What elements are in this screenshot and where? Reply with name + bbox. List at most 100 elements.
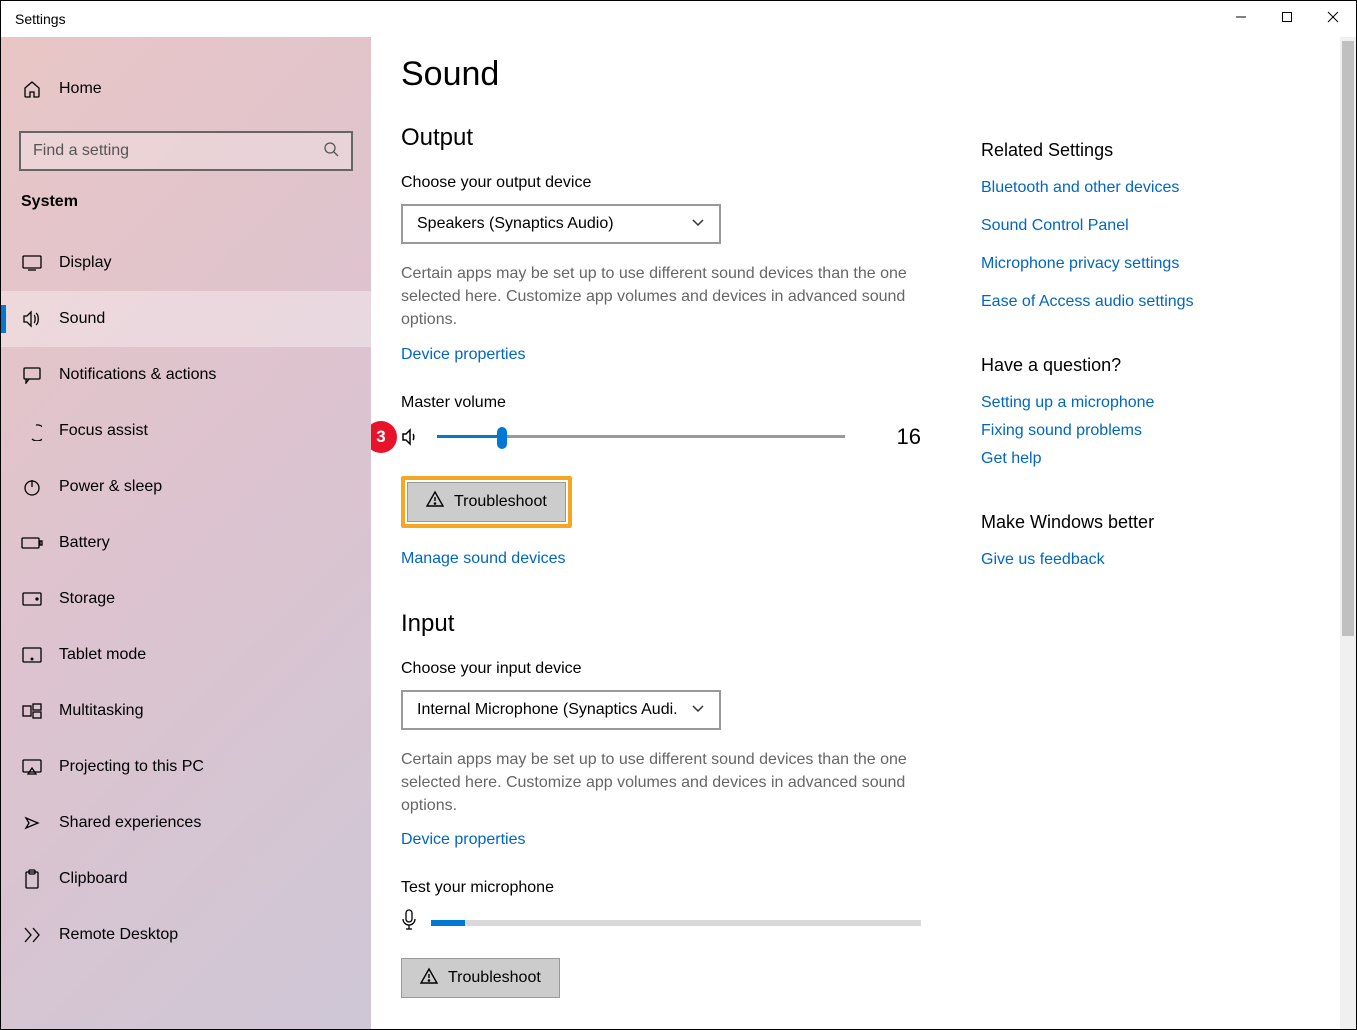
sidebar-item-label: Sound <box>59 310 105 328</box>
sidebar-item-label: Battery <box>59 534 110 552</box>
sidebar: Home System Display Sound Notifications … <box>1 37 371 1029</box>
sidebar-item-label: Focus assist <box>59 422 148 440</box>
page-title: Sound <box>401 55 1316 94</box>
battery-icon <box>21 536 43 550</box>
sidebar-item-label: Storage <box>59 590 115 608</box>
sidebar-item-label: Multitasking <box>59 702 143 720</box>
sidebar-item-tablet-mode[interactable]: Tablet mode <box>1 627 371 683</box>
troubleshoot-label: Troubleshoot <box>448 969 541 987</box>
have-question-section: Have a question? Setting up a microphone… <box>981 355 1316 468</box>
related-settings-section: Related Settings Bluetooth and other dev… <box>981 140 1316 311</box>
chevron-down-icon <box>691 701 705 719</box>
sidebar-item-label: Shared experiences <box>59 814 201 832</box>
input-device-select[interactable]: Internal Microphone (Synaptics Audi... <box>401 690 721 730</box>
sidebar-item-focus-assist[interactable]: Focus assist <box>1 403 371 459</box>
input-device-properties-link[interactable]: Device properties <box>401 831 526 849</box>
link-sound-control-panel[interactable]: Sound Control Panel <box>981 217 1316 235</box>
link-fix-sound[interactable]: Fixing sound problems <box>981 422 1316 440</box>
input-device-value: Internal Microphone (Synaptics Audi... <box>417 701 677 719</box>
output-choose-label: Choose your output device <box>401 174 921 192</box>
sidebar-item-label: Power & sleep <box>59 478 162 496</box>
sidebar-item-clipboard[interactable]: Clipboard <box>1 851 371 907</box>
sidebar-item-sound[interactable]: Sound <box>1 291 371 347</box>
troubleshoot-label: Troubleshoot <box>454 493 547 511</box>
sidebar-item-power-sleep[interactable]: Power & sleep <box>1 459 371 515</box>
maximize-button[interactable] <box>1264 1 1310 33</box>
improve-heading: Make Windows better <box>981 512 1316 533</box>
focus-icon <box>21 421 43 441</box>
close-button[interactable] <box>1310 1 1356 33</box>
input-troubleshoot-button[interactable]: Troubleshoot <box>401 958 560 998</box>
sidebar-item-projecting[interactable]: Projecting to this PC <box>1 739 371 795</box>
output-device-value: Speakers (Synaptics Audio) <box>417 215 614 233</box>
project-icon <box>21 759 43 775</box>
output-device-select[interactable]: Speakers (Synaptics Audio) <box>401 204 721 244</box>
sidebar-item-notifications[interactable]: Notifications & actions <box>1 347 371 403</box>
output-help-text: Certain apps may be set up to use differ… <box>401 262 921 332</box>
warning-icon <box>426 490 444 513</box>
warning-icon <box>420 967 438 990</box>
scrollbar[interactable] <box>1340 37 1356 1029</box>
master-volume-label: Master volume <box>401 394 921 412</box>
shared-icon <box>21 814 43 832</box>
link-ease-of-access-audio[interactable]: Ease of Access audio settings <box>981 293 1316 311</box>
sidebar-item-label: Remote Desktop <box>59 926 178 944</box>
sidebar-item-label: Tablet mode <box>59 646 146 664</box>
master-volume-slider[interactable] <box>437 426 845 448</box>
window-controls <box>1218 1 1356 33</box>
content-area: Sound Output Choose your output device S… <box>371 37 1356 1029</box>
search-box[interactable] <box>19 131 353 171</box>
remote-icon <box>21 926 43 944</box>
output-heading: Output <box>401 124 921 152</box>
storage-icon <box>21 592 43 606</box>
sidebar-item-label: Clipboard <box>59 870 127 888</box>
sidebar-home[interactable]: Home <box>1 67 371 111</box>
sidebar-item-shared-experiences[interactable]: Shared experiences <box>1 795 371 851</box>
link-mic-privacy[interactable]: Microphone privacy settings <box>981 255 1316 273</box>
sidebar-item-multitasking[interactable]: Multitasking <box>1 683 371 739</box>
question-heading: Have a question? <box>981 355 1316 376</box>
sidebar-item-storage[interactable]: Storage <box>1 571 371 627</box>
sidebar-item-label: Display <box>59 254 111 272</box>
manage-sound-devices-link[interactable]: Manage sound devices <box>401 550 566 568</box>
link-bluetooth[interactable]: Bluetooth and other devices <box>981 179 1316 197</box>
power-icon <box>21 478 43 496</box>
sidebar-item-label: Notifications & actions <box>59 366 216 384</box>
annotation-badge: 3 <box>371 421 397 453</box>
speaker-icon[interactable] <box>401 428 421 446</box>
link-setup-mic[interactable]: Setting up a microphone <box>981 394 1316 412</box>
category-header: System <box>1 193 371 211</box>
link-get-help[interactable]: Get help <box>981 450 1316 468</box>
tablet-icon <box>21 647 43 663</box>
sidebar-item-label: Projecting to this PC <box>59 758 204 776</box>
input-help-text: Certain apps may be set up to use differ… <box>401 748 921 818</box>
master-volume-value: 16 <box>861 424 921 450</box>
chevron-down-icon <box>691 215 705 233</box>
minimize-button[interactable] <box>1218 1 1264 33</box>
clipboard-icon <box>21 869 43 889</box>
window-title: Settings <box>1 11 66 27</box>
title-bar: Settings <box>1 1 1356 37</box>
sidebar-item-battery[interactable]: Battery <box>1 515 371 571</box>
search-icon <box>323 141 339 162</box>
nav-list: Display Sound Notifications & actions Fo… <box>1 235 371 963</box>
display-icon <box>21 255 43 271</box>
sidebar-home-label: Home <box>59 80 102 98</box>
link-feedback[interactable]: Give us feedback <box>981 551 1316 569</box>
search-input[interactable] <box>33 142 323 160</box>
input-choose-label: Choose your input device <box>401 660 921 678</box>
mic-level-bar <box>431 920 921 926</box>
test-mic-label: Test your microphone <box>401 879 921 897</box>
sidebar-item-remote-desktop[interactable]: Remote Desktop <box>1 907 371 963</box>
input-heading: Input <box>401 610 921 638</box>
sidebar-item-display[interactable]: Display <box>1 235 371 291</box>
sound-icon <box>21 310 43 328</box>
multitask-icon <box>21 703 43 719</box>
related-heading: Related Settings <box>981 140 1316 161</box>
output-troubleshoot-button[interactable]: Troubleshoot <box>407 482 566 522</box>
home-icon <box>21 79 43 99</box>
output-device-properties-link[interactable]: Device properties <box>401 346 526 364</box>
annotation-highlight: Troubleshoot <box>401 476 572 528</box>
make-windows-better-section: Make Windows better Give us feedback <box>981 512 1316 569</box>
microphone-icon <box>401 909 417 936</box>
